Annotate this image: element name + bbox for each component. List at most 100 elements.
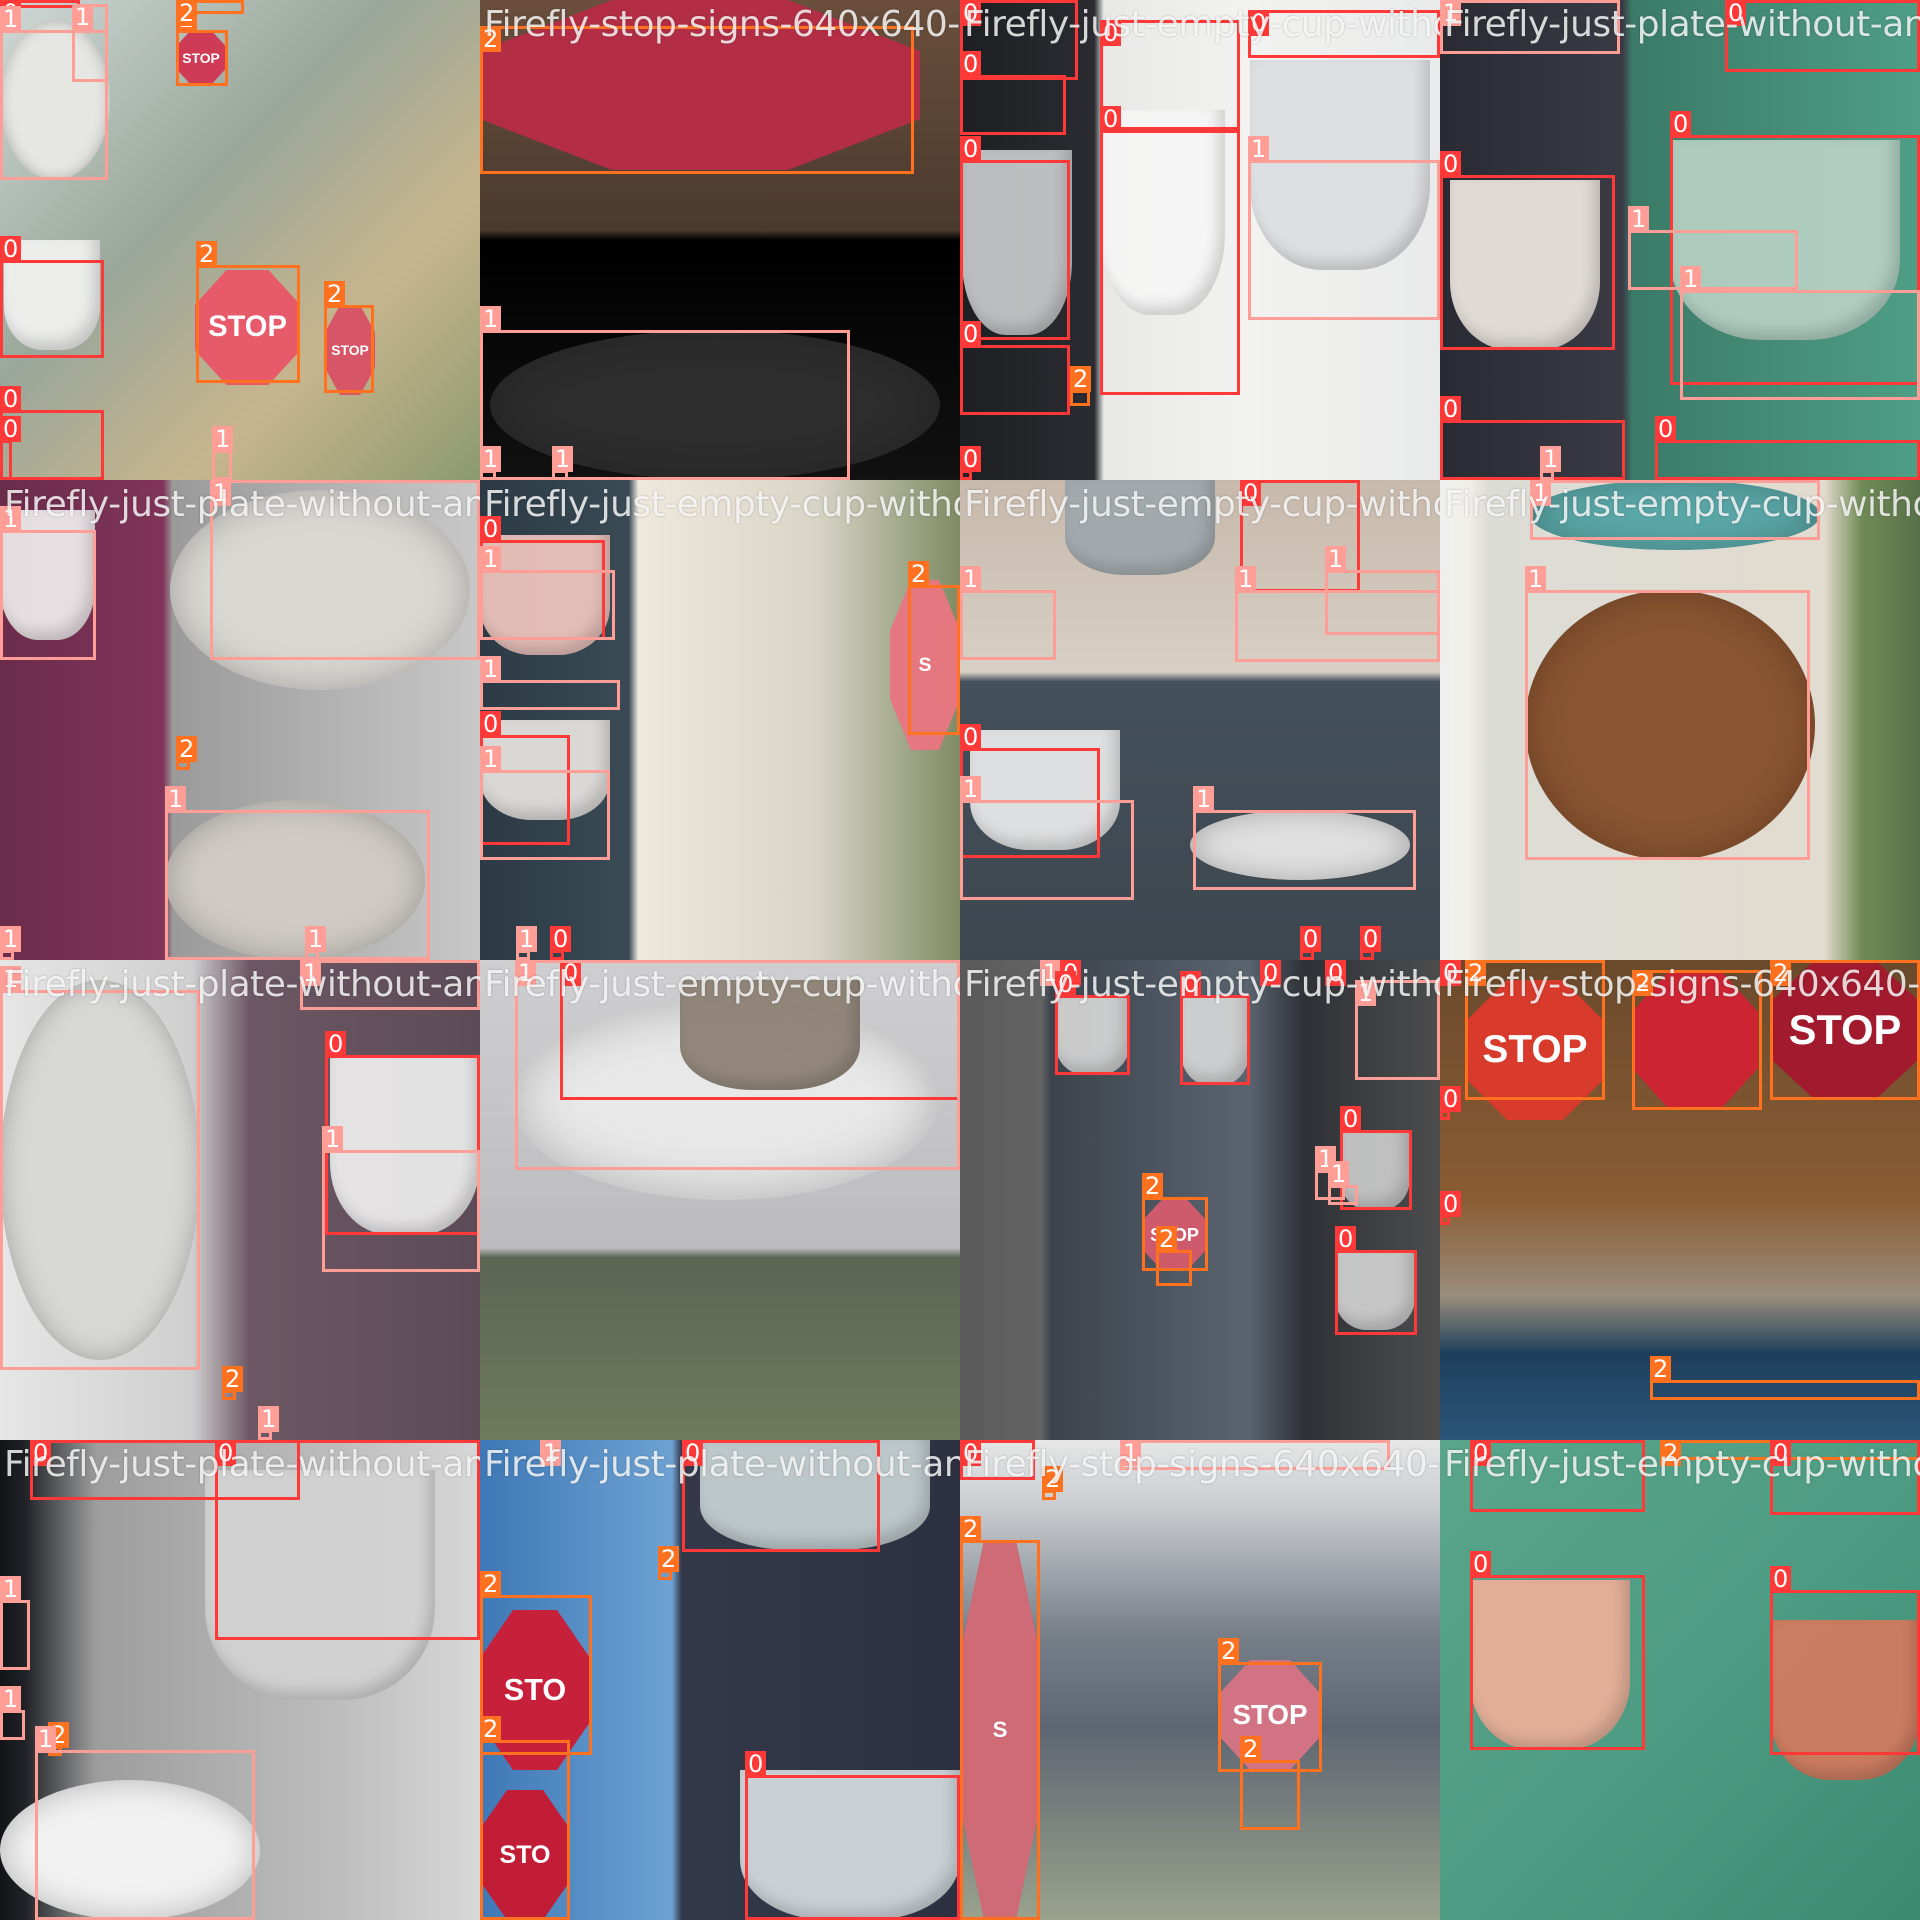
- class-label: 1: [480, 746, 502, 772]
- bounding-box-class-1: 1: [0, 926, 22, 960]
- class-label: 0: [960, 446, 982, 472]
- class-label: 1: [1248, 136, 1270, 162]
- bounding-box-class-0: 0: [1260, 960, 1282, 986]
- class-label: 1: [72, 4, 94, 30]
- bounding-box-class-2: 2: [176, 6, 228, 86]
- class-label: 0: [0, 386, 22, 412]
- bounding-box-class-1: 1: [1248, 136, 1440, 320]
- bounding-box-class-1: 1: [0, 966, 200, 1370]
- bounding-box-class-0: 0: [1440, 1086, 1462, 1120]
- class-label: 1: [0, 1686, 22, 1712]
- bounding-box-class-1: 1: [540, 1440, 562, 1466]
- bounding-box-class-1: 1: [305, 926, 327, 960]
- class-label: 2: [1218, 1638, 1240, 1664]
- class-label: 2: [324, 281, 346, 307]
- bounding-box-class-1: 1: [0, 506, 96, 660]
- class-label: 1: [212, 426, 234, 452]
- class-label: 2: [176, 736, 198, 762]
- bounding-box-class-2: 2: [480, 1716, 570, 1920]
- class-label: 2: [1240, 1736, 1262, 1762]
- class-label: 1: [480, 546, 502, 572]
- class-label: 0: [215, 1440, 237, 1466]
- bounding-box-class-2: 2: [1465, 960, 1605, 1100]
- class-label: 1: [165, 786, 187, 812]
- bounding-box-class-0: 0: [960, 321, 1070, 415]
- cup-object: [1065, 480, 1215, 575]
- bounding-box-class-1: 1: [300, 960, 480, 1010]
- class-label: 1: [1325, 546, 1347, 572]
- class-label: 0: [1100, 106, 1122, 132]
- bounding-box-class-1: 1: [210, 480, 480, 660]
- class-label: 1: [258, 1406, 280, 1432]
- mosaic-tile: Firefly-just-empty-cup-without 0 1 1 1 0 1 1 0 0: [960, 480, 1440, 960]
- bounding-box-class-1: 1: [35, 1726, 255, 1920]
- bounding-box-class-1: 1: [516, 926, 538, 960]
- class-label: 0: [960, 1440, 982, 1466]
- mosaic-tile: Firefly-just-plate-without-any-objects11…: [0, 960, 480, 1440]
- class-label: 0: [1670, 111, 1692, 137]
- class-label: 0: [1248, 10, 1270, 36]
- class-label: 2: [1650, 1356, 1672, 1382]
- class-label: 2: [480, 26, 502, 52]
- class-label: 1: [552, 446, 574, 472]
- bounding-box-class-1: 1: [1540, 446, 1562, 480]
- bounding-box-class-1: 1: [0, 1576, 30, 1670]
- class-label: 0: [1440, 151, 1462, 177]
- bounding-box-class-1: 1: [1355, 980, 1440, 1080]
- bounding-box-class-0: 0: [1470, 1440, 1645, 1512]
- bounding-box-class-1: 1: [480, 446, 502, 480]
- bounding-box-class-1: 1: [1628, 206, 1798, 290]
- class-label: 1: [0, 966, 22, 992]
- bounding-box-class-0: 0: [1300, 926, 1322, 960]
- class-label: 1: [1540, 446, 1562, 472]
- class-label: 2: [176, 0, 198, 26]
- bounding-box-class-0: 0: [1655, 416, 1920, 480]
- bounding-box-class-1: 1: [72, 4, 108, 82]
- class-label: 1: [0, 6, 22, 32]
- class-label: 0: [0, 416, 22, 442]
- class-label: 0: [745, 1751, 767, 1777]
- class-label: 1: [1530, 480, 1552, 506]
- bounding-box-class-0: 0: [0, 416, 22, 480]
- class-label: 0: [1260, 960, 1282, 986]
- bounding-box-class-2: 2: [222, 1366, 244, 1400]
- bounding-box-class-0: 0: [1248, 10, 1440, 58]
- class-label: 1: [1525, 566, 1547, 592]
- class-label: 0: [1470, 1551, 1492, 1577]
- class-label: 2: [1770, 960, 1792, 986]
- bounding-box-class-1: 1: [1040, 960, 1062, 986]
- class-label: 0: [1300, 926, 1322, 952]
- class-label: 2: [196, 241, 218, 267]
- mosaic-tile: Firefly-just-plate-without-any-objects11…: [0, 480, 480, 960]
- bounding-box-class-1: 1: [960, 776, 1134, 900]
- class-label: 0: [325, 1031, 347, 1057]
- bounding-box-class-2: 2: [1770, 960, 1920, 1100]
- class-label: 0: [1655, 416, 1677, 442]
- mosaic-tile: Firefly-just-empty-cup-without 1 1: [1440, 480, 1920, 960]
- mosaic-tile: STOPSTOPSTOP01100022221: [0, 0, 480, 480]
- bounding-box-class-1: 1: [1193, 786, 1416, 890]
- bounding-box-class-0: 0: [1335, 1226, 1417, 1335]
- class-label: 2: [222, 1366, 244, 1392]
- class-label: 0: [0, 236, 22, 262]
- class-label: 1: [305, 926, 327, 952]
- bounding-box-class-2: 2: [1156, 1226, 1192, 1286]
- class-label: 0: [1180, 971, 1202, 997]
- bounding-box-class-1: 1: [552, 446, 574, 480]
- detection-mosaic: STOPSTOPSTOP01100022221Firefly-stop-sign…: [0, 0, 1920, 1920]
- class-label: 0: [1325, 960, 1347, 986]
- bounding-box-class-1: 1: [1328, 1161, 1358, 1205]
- bounding-box-class-1: 1: [322, 1126, 480, 1272]
- class-label: 0: [1770, 1566, 1792, 1592]
- class-label: 2: [1660, 1440, 1682, 1466]
- bounding-box-class-0: 0: [215, 1440, 480, 1640]
- mosaic-tile: Firefly-just-empty-cup-without 0 0 0 0 0 0 0 1 2 0: [960, 0, 1440, 480]
- bounding-box-class-0: 0: [1440, 151, 1615, 350]
- bounding-box-class-1: 1: [258, 1406, 280, 1440]
- bounding-box-class-0: 0: [1725, 0, 1920, 72]
- bounding-box-class-1: 1: [165, 786, 430, 960]
- bounding-box-class-0: 0: [1470, 1551, 1645, 1750]
- class-label: 2: [908, 561, 930, 587]
- bounding-box-class-2: 2: [176, 736, 198, 770]
- class-label: 1: [480, 446, 502, 472]
